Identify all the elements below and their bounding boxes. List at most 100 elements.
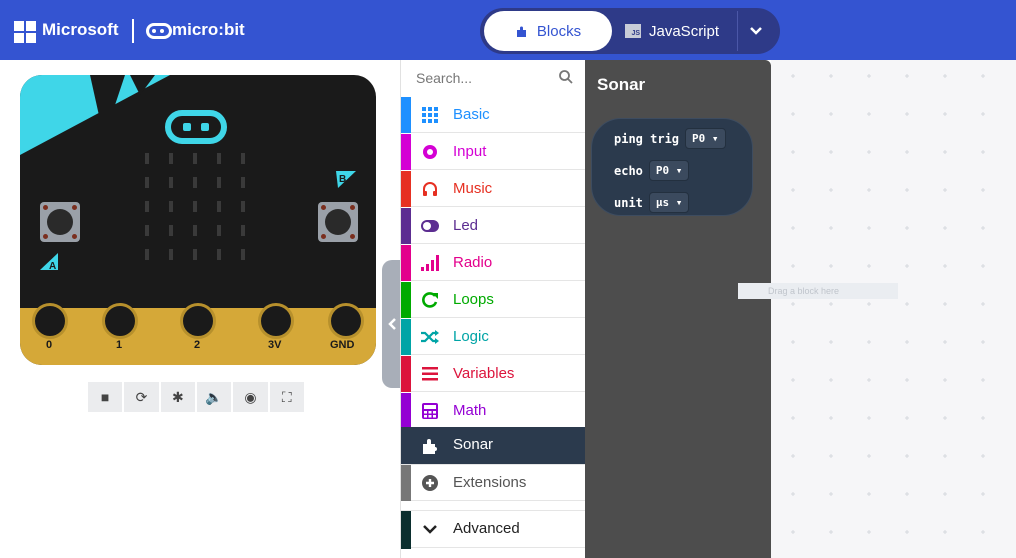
trig-pin-dropdown[interactable]: P0 ▾ <box>685 128 726 149</box>
category-advanced-label: Advanced <box>453 520 520 537</box>
category-math-label: Math <box>453 402 487 419</box>
blocks-workspace[interactable] <box>771 60 1016 558</box>
pin-1-pad[interactable] <box>102 303 138 339</box>
pin-0-pad[interactable] <box>32 303 68 339</box>
pin-2-label: 2 <box>194 339 201 351</box>
unit-value: μs <box>655 196 670 209</box>
category-led[interactable]: Led <box>401 208 586 244</box>
block-row-echo: echo P0 ▾ <box>614 160 690 181</box>
fullscreen-icon[interactable]: ⛶ <box>269 382 304 412</box>
button-b[interactable] <box>318 202 358 242</box>
category-sonar-label: Sonar <box>453 436 494 453</box>
chevron-down-icon <box>421 520 439 538</box>
pin-0-label: 0 <box>46 339 53 351</box>
echo-pin-value: P0 <box>655 164 670 177</box>
pin-3v-label: 3V <box>268 339 282 351</box>
toggle-icon <box>421 217 439 235</box>
unit-dropdown[interactable]: μs ▾ <box>648 192 690 213</box>
debug-icon[interactable]: ✱ <box>160 382 195 412</box>
sound-icon[interactable]: 🔈 <box>196 382 232 412</box>
pin-1-label: 1 <box>116 339 123 351</box>
sonar-ping-block[interactable]: ping trig P0 ▾ echo P0 ▾ unit μs ▾ <box>591 118 753 216</box>
category-basic[interactable]: Basic <box>401 97 586 133</box>
category-math[interactable]: Math <box>401 393 586 429</box>
category-input[interactable]: Input <box>401 134 586 170</box>
pin-gnd-pad[interactable] <box>328 303 364 339</box>
pin-2-pad[interactable] <box>180 303 216 339</box>
flyout-title: Sonar <box>597 75 646 94</box>
category-basic-label: Basic <box>453 106 490 123</box>
category-extensions[interactable]: Extensions <box>401 465 586 501</box>
drag-hint: Drag a block here <box>738 283 898 299</box>
editor-mode-toggle: Blocks JS JavaScript <box>480 8 780 54</box>
button-b-label: B <box>336 171 356 188</box>
signal-icon <box>421 254 439 272</box>
blocks-mode-button[interactable]: Blocks <box>484 11 612 51</box>
puzzle-icon <box>421 436 439 454</box>
workspace-grid <box>791 74 985 534</box>
circle-icon <box>421 143 439 161</box>
button-a[interactable] <box>40 202 80 242</box>
microbit-logo-icon[interactable] <box>146 23 172 39</box>
screenshot-icon[interactable]: ◉ <box>233 382 268 412</box>
category-sonar[interactable]: Sonar <box>401 427 586 465</box>
category-logic-label: Logic <box>453 328 489 345</box>
loop-icon <box>421 291 439 309</box>
javascript-mode-label: JavaScript <box>649 22 720 40</box>
svg-text:B: B <box>339 174 346 185</box>
restart-icon[interactable]: ⟳ <box>124 382 159 412</box>
unit-label: unit <box>614 195 643 210</box>
category-logic[interactable]: Logic <box>401 319 586 355</box>
top-header: Microsoft micro:bit Blocks JS JavaScript <box>0 0 1016 60</box>
microbit-brand-text[interactable]: micro:bit <box>172 20 245 40</box>
category-advanced[interactable]: Advanced <box>401 510 586 549</box>
microsoft-logo-icon[interactable] <box>14 21 36 43</box>
stop-icon[interactable]: ■ <box>88 382 123 412</box>
toolbox-search-input[interactable]: Search... <box>401 60 586 97</box>
category-radio[interactable]: Radio <box>401 245 586 281</box>
chevron-left-icon <box>388 318 396 330</box>
header-divider <box>132 19 134 43</box>
puzzle-icon <box>516 26 526 37</box>
category-music-label: Music <box>453 180 493 197</box>
search-placeholder: Search... <box>416 70 473 86</box>
category-loops[interactable]: Loops <box>401 282 586 318</box>
block-row-trig: ping trig P0 ▾ <box>614 128 726 149</box>
microsoft-brand-text[interactable]: Microsoft <box>42 20 119 40</box>
simulator-toolbar: ■ ⟳ ✱ 🔈 ◉ ⛶ <box>88 382 304 412</box>
collapse-simulator-button[interactable] <box>382 260 402 388</box>
microbit-board[interactable]: A B 0 1 2 3V GND <box>20 75 376 365</box>
button-a-label: A <box>40 253 58 271</box>
echo-pin-dropdown[interactable]: P0 ▾ <box>648 160 690 181</box>
search-icon <box>559 70 573 84</box>
chevron-down-icon <box>750 27 762 35</box>
shuffle-icon <box>421 328 439 346</box>
calculator-icon <box>421 402 439 420</box>
pin-gnd-label: GND <box>330 339 355 351</box>
category-led-label: Led <box>453 217 479 234</box>
headphones-icon <box>421 180 439 198</box>
category-radio-label: Radio <box>453 254 493 271</box>
lines-icon <box>421 365 439 383</box>
echo-label: echo <box>614 163 643 178</box>
toolbox: Search... Basic Input Music Led Radio Lo… <box>400 60 586 558</box>
simulator-panel: A B 0 1 2 3V GND ■ ⟳ ✱ 🔈 ◉ ⛶ <box>0 60 402 558</box>
category-input-label: Input <box>453 143 487 160</box>
trig-label: ping trig <box>614 131 680 146</box>
grid-icon <box>421 106 439 124</box>
category-music[interactable]: Music <box>401 171 586 207</box>
js-badge-icon: JS <box>625 24 641 38</box>
language-dropdown-button[interactable] <box>736 11 776 51</box>
plus-circle-icon <box>421 474 439 492</box>
javascript-mode-button[interactable]: JS JavaScript <box>625 11 735 51</box>
trig-pin-value: P0 <box>692 132 706 145</box>
blocks-flyout: Sonar ping trig P0 ▾ echo P0 ▾ unit μs ▾ <box>585 60 771 558</box>
blocks-mode-label: Blocks <box>536 22 582 40</box>
category-loops-label: Loops <box>453 291 494 308</box>
category-extensions-label: Extensions <box>453 474 527 491</box>
category-variables[interactable]: Variables <box>401 356 586 392</box>
category-variables-label: Variables <box>453 365 515 382</box>
pin-3v-pad[interactable] <box>258 303 294 339</box>
svg-text:A: A <box>49 261 56 271</box>
block-row-unit: unit μs ▾ <box>614 192 690 213</box>
